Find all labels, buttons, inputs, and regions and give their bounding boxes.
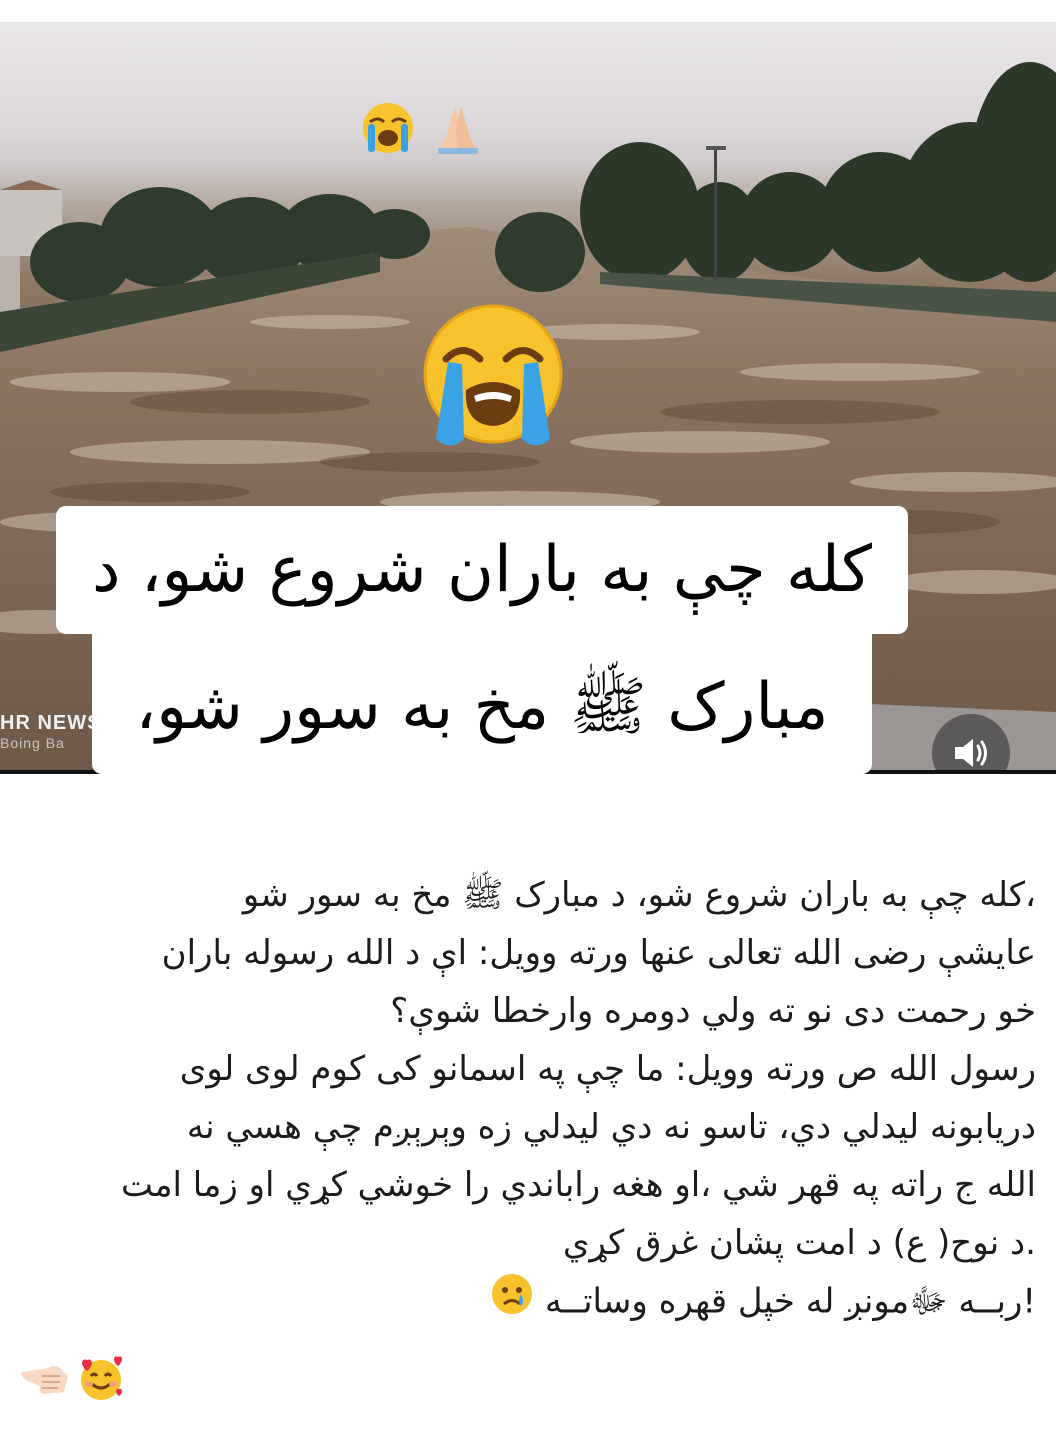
post-line: دریابونه لیدلي دي، تاسو نه دي لیدلي زه و… [186, 1107, 1036, 1147]
post-line: !ربــه ﷻمونږ له خپل قهره وساتــه [544, 1281, 1036, 1322]
post-body: ،کله چې به باران شروع شو، د مبارک ﷺ مخ ب… [20, 866, 1036, 1330]
post-line: عایشې رضی الله تعالی عنها ورته وویل: اې … [161, 933, 1036, 973]
emoji-pair [360, 100, 490, 160]
post-line: خو رحمت دی نو ته ولي دومره وارخطا شوې؟ [390, 991, 1036, 1031]
post-line: الله ج راته په قهر شي ،او هغه راباندي را… [120, 1165, 1036, 1205]
post-line: .د نوح( ع) د امت پشان غرق کړي [562, 1223, 1036, 1263]
loudly-crying-face-icon [363, 103, 413, 153]
backhand-index-pointing-left-icon [20, 1354, 70, 1406]
video-caption-line-2: مبارک ﷺ مخ به سور شو، [92, 632, 872, 774]
video-caption-line-1: کله چې به باران شروع شو، د [56, 506, 908, 634]
speaker-icon [955, 739, 987, 767]
post-line: رسول الله ص ورته وویل: ما چې په اسمانو ک… [179, 1049, 1036, 1089]
loudly-crying-face-icon [418, 304, 568, 458]
crying-face-icon [490, 1272, 534, 1334]
smiling-face-with-hearts-icon [76, 1354, 126, 1406]
tail-emoji-row [20, 1354, 126, 1406]
post-line: ،کله چې به باران شروع شو، د مبارک ﷺ مخ ب… [242, 875, 1036, 915]
folded-hands-icon [438, 106, 478, 154]
post-line-with-emoji: !ربــه ﷻمونږ له خپل قهره وساتــه [20, 1272, 1036, 1330]
